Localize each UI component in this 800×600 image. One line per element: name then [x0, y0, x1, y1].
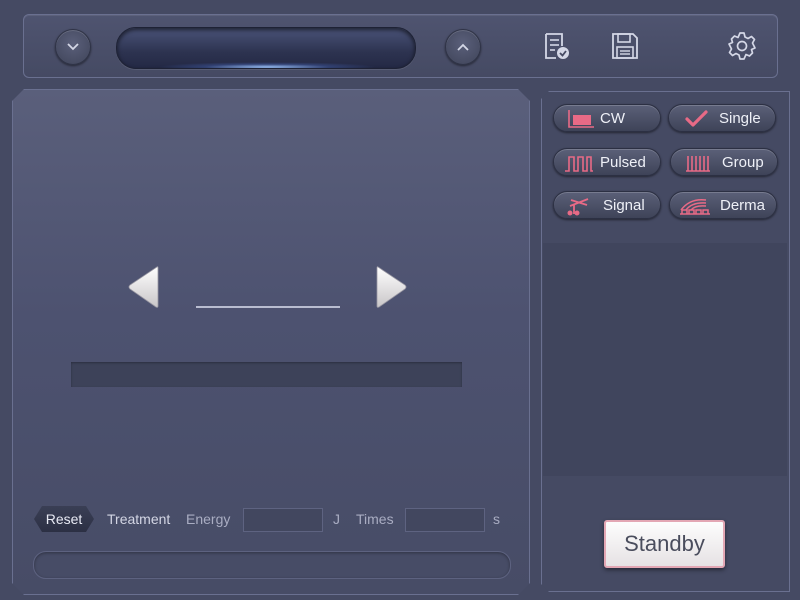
checkmark-icon	[685, 110, 708, 127]
expand-button[interactable]	[445, 29, 481, 65]
mode-pulsed-label: Pulsed	[600, 154, 646, 171]
mode-single-button[interactable]: Single	[668, 104, 776, 132]
reset-button[interactable]: Reset	[34, 506, 94, 532]
title-glow	[157, 62, 377, 68]
standby-button[interactable]: Standby	[604, 520, 725, 568]
mode-group-label: Group	[722, 154, 764, 171]
next-button[interactable]	[374, 264, 408, 310]
settings-button[interactable]	[725, 29, 759, 63]
arrow-right-icon	[376, 266, 407, 308]
pulsed-wave-icon	[565, 156, 593, 172]
value-display	[196, 286, 340, 308]
arrow-left-icon	[128, 266, 159, 308]
status-bar	[33, 551, 511, 579]
gear-icon	[728, 32, 756, 60]
energy-label: Energy	[186, 511, 231, 527]
chevron-up-icon	[457, 43, 469, 51]
cw-wave-icon	[568, 110, 594, 128]
save-button[interactable]	[608, 29, 642, 63]
treatment-label: Treatment	[107, 511, 171, 527]
mode-signal-label: Signal	[603, 197, 645, 214]
mode-cw-button[interactable]: CW	[553, 104, 661, 132]
mode-signal-button[interactable]: Signal	[553, 191, 661, 219]
derma-icon	[680, 198, 710, 215]
previous-button[interactable]	[127, 264, 161, 310]
energy-input[interactable]	[243, 508, 323, 532]
energy-unit: J	[333, 511, 340, 527]
mode-cw-label: CW	[600, 110, 625, 127]
mode-derma-button[interactable]: Derma	[669, 191, 777, 219]
report-icon	[545, 33, 569, 59]
collapse-button[interactable]	[55, 29, 91, 65]
level-bar[interactable]	[71, 362, 462, 387]
signal-icon	[567, 198, 589, 216]
report-button[interactable]	[539, 29, 573, 63]
chevron-down-icon	[67, 43, 79, 51]
group-pulse-icon	[686, 156, 710, 172]
times-input[interactable]	[405, 508, 485, 532]
title-display	[116, 27, 416, 69]
save-icon	[612, 33, 638, 59]
mode-derma-label: Derma	[720, 197, 766, 214]
mode-single-label: Single	[719, 110, 761, 127]
times-unit: s	[493, 511, 500, 527]
top-toolbar	[23, 14, 778, 78]
mode-pulsed-button[interactable]: Pulsed	[553, 148, 661, 176]
mode-display-area	[543, 243, 787, 476]
times-label: Times	[356, 511, 394, 527]
mode-group-button[interactable]: Group	[670, 148, 778, 176]
